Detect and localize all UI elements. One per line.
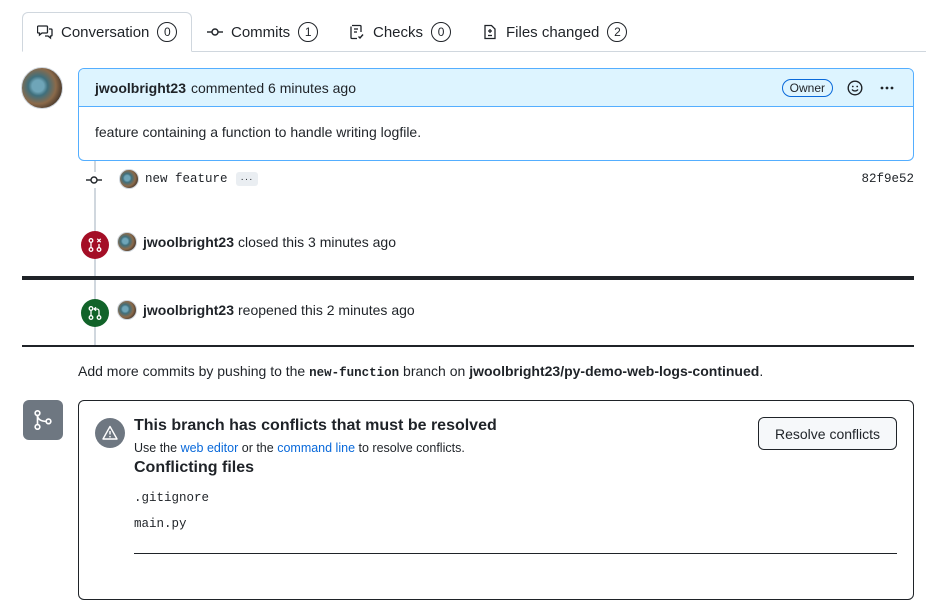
tab-conversation[interactable]: Conversation 0 (22, 12, 193, 52)
help-use: Use the (134, 441, 178, 455)
checklist-icon (350, 24, 364, 40)
conflicting-files-title: Conflicting files (134, 459, 254, 476)
avatar[interactable] (119, 169, 139, 189)
comment-timestamp[interactable]: commented 6 minutes ago (191, 80, 356, 96)
merge-conflict-title: This branch has conflicts that must be r… (134, 417, 497, 434)
git-pull-request-closed-icon (88, 238, 102, 252)
resolve-conflicts-button[interactable]: Resolve conflicts (758, 417, 897, 450)
merge-conflict-help: Use the web editor or the command line t… (134, 441, 465, 455)
repo-name[interactable]: jwoolbright23/py-demo-web-logs-continued (469, 363, 759, 379)
alert-badge (95, 418, 125, 448)
tab-label: Commits (231, 23, 291, 41)
comment-body: feature containing a function to handle … (95, 124, 422, 140)
conflicting-file: main.py (134, 517, 187, 531)
tab-checks[interactable]: Checks 0 (349, 12, 452, 52)
help-to-resolve: to resolve conflicts. (358, 441, 465, 455)
git-commit-icon (207, 28, 223, 36)
closed-event: jwoolbright23 closed this 3 minutes ago (117, 232, 396, 252)
git-pull-request-icon (88, 306, 102, 320)
timeline-break (22, 276, 914, 280)
git-merge-icon (34, 409, 52, 431)
reopened-event: jwoolbright23 reopened this 2 minutes ag… (117, 300, 415, 320)
branch-name: new-function (309, 366, 400, 380)
tab-counter: 1 (298, 22, 319, 42)
git-commit-icon (86, 172, 102, 188)
comment-box: jwoolbright23 commented 6 minutes ago Ow… (78, 68, 914, 161)
merge-box: This branch has conflicts that must be r… (78, 400, 914, 600)
kebab-horizontal-icon[interactable] (877, 78, 897, 98)
merge-status-icon-box (23, 400, 63, 440)
event-author[interactable]: jwoolbright23 (143, 234, 234, 250)
hint-middle: branch on (403, 363, 466, 379)
tab-counter: 0 (157, 22, 178, 42)
hint-prefix: Add more commits by pushing to the (78, 363, 306, 379)
timeline-end-divider (22, 345, 914, 347)
conflicting-file: .gitignore (134, 491, 210, 505)
commit-message[interactable]: new feature (145, 172, 228, 186)
tab-label: Files changed (506, 23, 600, 41)
alert-icon (102, 425, 118, 440)
comment-header: jwoolbright23 commented 6 minutes ago Ow… (79, 69, 913, 107)
tab-counter: 0 (431, 22, 452, 42)
merge-divider (134, 553, 897, 554)
tab-label: Checks (373, 23, 424, 41)
tab-commits[interactable]: Commits 1 (207, 12, 319, 52)
web-editor-link[interactable]: web editor (181, 441, 239, 455)
tab-label: Conversation (61, 23, 150, 41)
smiley-icon[interactable] (845, 78, 865, 98)
tab-files-changed[interactable]: Files changed 2 (482, 12, 628, 52)
push-hint: Add more commits by pushing to the new-f… (78, 363, 763, 380)
commit-row: new feature ··· 82f9e52 (78, 168, 914, 190)
comment-author[interactable]: jwoolbright23 (95, 80, 186, 96)
reopened-event-badge (81, 299, 109, 327)
pr-tab-bar: Conversation 0 Commits 1 Checks 0 Files … (0, 0, 926, 52)
avatar[interactable] (117, 300, 137, 320)
commit-sha[interactable]: 82f9e52 (861, 172, 914, 186)
expand-commit-button[interactable]: ··· (236, 172, 258, 186)
event-author[interactable]: jwoolbright23 (143, 302, 234, 318)
command-line-link[interactable]: command line (277, 441, 355, 455)
help-or: or the (241, 441, 274, 455)
owner-badge: Owner (781, 78, 833, 97)
closed-event-badge (81, 231, 109, 259)
event-text: closed this 3 minutes ago (238, 234, 396, 250)
comment-discussion-icon (37, 25, 53, 40)
avatar[interactable] (117, 232, 137, 252)
avatar[interactable] (21, 67, 63, 109)
hint-suffix: . (759, 363, 764, 379)
file-diff-icon (484, 24, 496, 40)
event-text: reopened this 2 minutes ago (238, 302, 415, 318)
tab-counter: 2 (607, 22, 628, 42)
